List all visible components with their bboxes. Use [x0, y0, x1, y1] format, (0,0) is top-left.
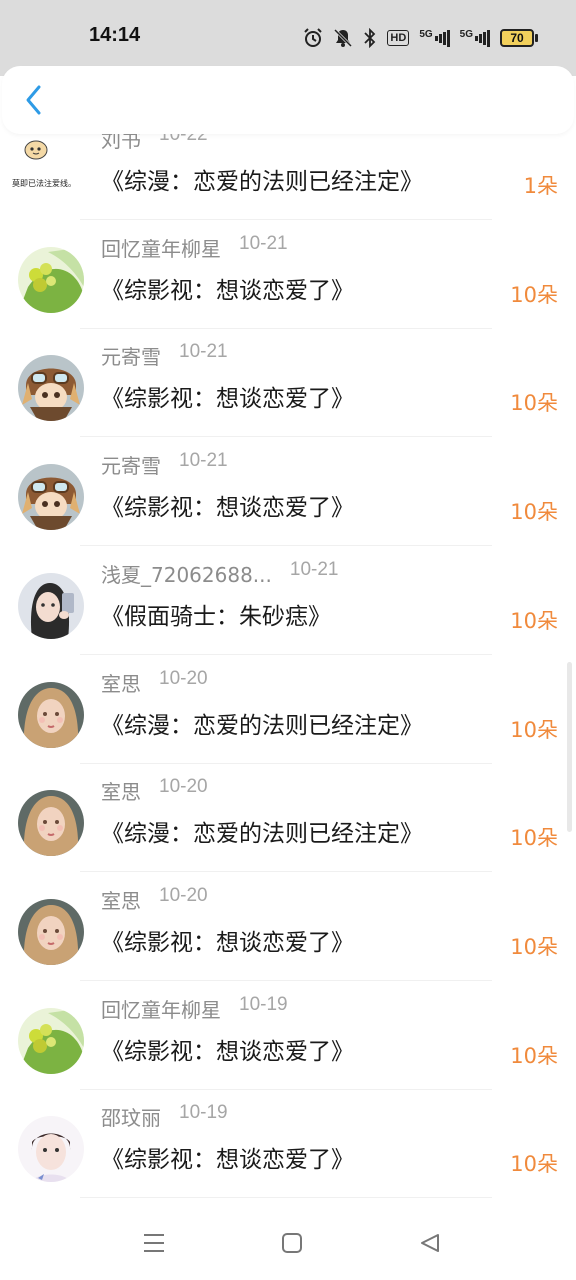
flower-count: 10朵 — [510, 391, 558, 416]
status-time: 14:14 — [89, 24, 141, 46]
mute-icon — [333, 28, 353, 48]
status-bar: 14:14 HD 5G 5G 70 — [0, 0, 576, 76]
username: 元寄雪 — [101, 454, 161, 479]
list-item[interactable]: 回忆童年柳星 10-19 《综影视：想谈恋爱了》 10朵 — [0, 982, 576, 1090]
menu-icon — [144, 1234, 164, 1252]
username: 回忆童年柳星 — [101, 997, 221, 1022]
flower-count: 1朵 — [523, 174, 558, 198]
record-date: 10-22 — [159, 134, 208, 145]
username: 室思 — [101, 671, 141, 696]
book-title[interactable]: 《综漫：恋爱的法则已经注定》 — [101, 162, 423, 196]
avatar[interactable] — [18, 1116, 84, 1183]
book-title[interactable]: 《综影视：想谈恋爱了》 — [101, 1032, 354, 1066]
book-title[interactable]: 《假面骑士：朱砂痣》 — [101, 597, 331, 631]
flower-count: 10朵 — [510, 826, 558, 851]
avatar[interactable] — [18, 246, 84, 313]
username: 室思 — [101, 888, 141, 913]
avatar[interactable] — [18, 681, 84, 748]
username: 回忆童年柳星 — [101, 236, 221, 261]
flower-record-list[interactable]: 莫即已法注爱线。 刘书 10-22 《综漫：恋爱的法则已经注定》 1朵回忆童年柳星 10-… — [0, 134, 576, 1206]
header-bar — [2, 66, 574, 134]
record-date: 10-21 — [289, 558, 339, 580]
battery-icon: 70 — [500, 29, 538, 47]
username: 邵玟丽 — [101, 1106, 161, 1131]
record-date: 10-21 — [179, 450, 228, 472]
list-item[interactable]: 元寄雪 10-21 《综影视：想谈恋爱了》 10朵 — [0, 438, 576, 547]
avatar[interactable] — [18, 1007, 84, 1074]
book-title[interactable]: 《综影视：想谈恋爱了》 — [101, 271, 354, 305]
avatar[interactable] — [18, 572, 84, 639]
back-button[interactable] — [16, 82, 52, 118]
list-item[interactable]: 室思 10-20 《综影视：想谈恋爱了》 10朵 — [0, 873, 576, 981]
flower-count: 10朵 — [510, 717, 558, 742]
record-date: 10-19 — [179, 1102, 228, 1124]
home-icon — [282, 1233, 302, 1253]
record-date: 10-20 — [159, 884, 208, 906]
avatar[interactable]: 莫即已法注爱线。 — [12, 138, 84, 204]
flower-count: 10朵 — [510, 608, 558, 633]
record-date: 10-19 — [239, 993, 288, 1015]
book-title[interactable]: 《综影视：想谈恋爱了》 — [101, 1140, 354, 1174]
username: 室思 — [101, 780, 141, 805]
signal-5g-icon-2: 5G — [460, 29, 490, 47]
record-date: 10-20 — [159, 776, 208, 798]
list-item[interactable]: 莫即已法注爱线。 刘书 10-22 《综漫：恋爱的法则已经注定》 1朵 — [0, 134, 576, 220]
status-icons: HD 5G 5G 70 — [303, 26, 538, 50]
avatar[interactable] — [18, 464, 84, 531]
book-title[interactable]: 《综影视：想谈恋爱了》 — [101, 488, 354, 522]
book-title[interactable]: 《综漫：恋爱的法则已经注定》 — [101, 706, 423, 740]
home-button[interactable] — [277, 1228, 307, 1258]
record-date: 10-21 — [179, 341, 228, 363]
list-item[interactable]: 室思 10-20 《综漫：恋爱的法则已经注定》 10朵 — [0, 656, 576, 764]
avatar-meme-caption: 莫即已法注爱线。 — [12, 179, 76, 188]
book-title[interactable]: 《综漫：恋爱的法则已经注定》 — [101, 814, 423, 848]
flower-count: 10朵 — [510, 934, 558, 959]
chevron-left-icon — [26, 85, 41, 115]
avatar[interactable] — [18, 355, 84, 422]
flower-count: 10朵 — [510, 500, 558, 525]
list-item[interactable]: 元寄雪 10-21 《综影视：想谈恋爱了》 10朵 — [0, 329, 576, 438]
list-item[interactable]: 邵玟丽 10-19 《综影视：想谈恋爱了》 10朵 — [0, 1090, 576, 1199]
flower-count: 10朵 — [510, 282, 558, 307]
bluetooth-icon — [363, 28, 377, 48]
system-nav-bar — [0, 1206, 576, 1280]
list-item[interactable]: 回忆童年柳星 10-21 《综影视：想谈恋爱了》 10朵 — [0, 221, 576, 329]
scrollbar[interactable] — [567, 662, 572, 832]
back-nav-button[interactable] — [415, 1228, 445, 1258]
book-title[interactable]: 《综影视：想谈恋爱了》 — [101, 379, 354, 413]
menu-button[interactable] — [139, 1228, 169, 1258]
back-triangle-icon — [421, 1234, 439, 1252]
hd-icon: HD — [387, 30, 410, 46]
username: 刘书 — [101, 134, 141, 152]
record-date: 10-21 — [239, 232, 288, 254]
username: 浅夏_72062688... — [101, 562, 272, 587]
avatar[interactable] — [18, 790, 84, 857]
avatar[interactable] — [18, 898, 84, 965]
alarm-icon — [303, 28, 323, 48]
flower-count: 10朵 — [510, 1152, 558, 1177]
signal-5g-icon: 5G — [419, 29, 450, 47]
list-item[interactable]: 室思 10-20 《综漫：恋爱的法则已经注定》 10朵 — [0, 764, 576, 873]
username: 元寄雪 — [101, 345, 161, 370]
book-title[interactable]: 《综影视：想谈恋爱了》 — [101, 923, 354, 957]
record-date: 10-20 — [159, 667, 208, 689]
flower-count: 10朵 — [510, 1043, 558, 1068]
list-item[interactable]: 浅夏_72062688... 10-21 《假面骑士：朱砂痣》 10朵 — [0, 547, 576, 655]
divider — [80, 1197, 492, 1199]
